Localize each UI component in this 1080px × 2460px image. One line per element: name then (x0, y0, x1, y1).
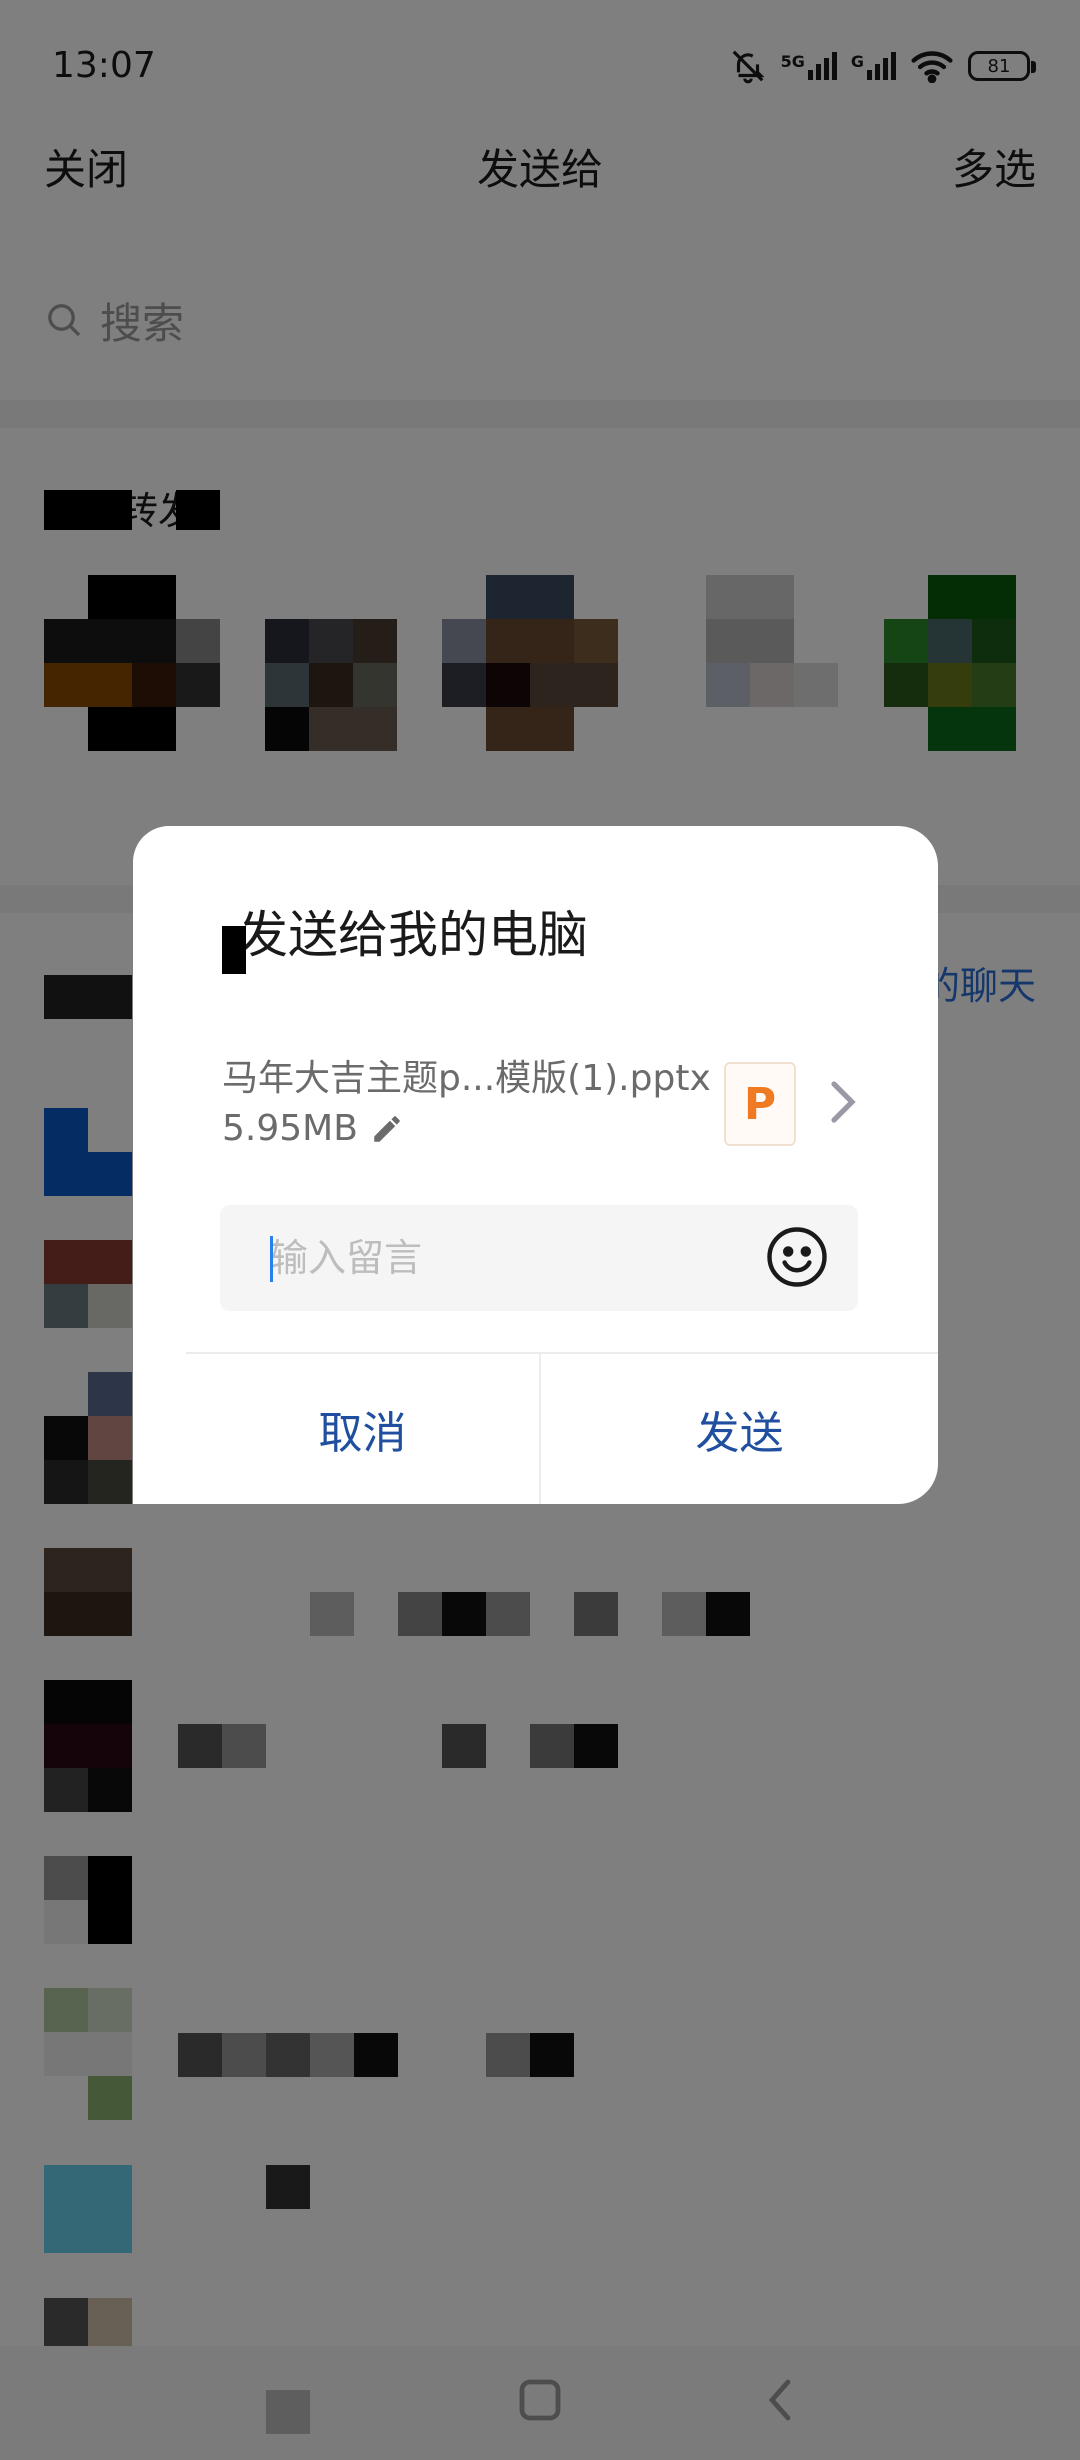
chevron-right-icon[interactable] (822, 1078, 862, 1126)
smiley-icon[interactable] (764, 1224, 830, 1290)
cancel-button[interactable]: 取消 (186, 1354, 539, 1504)
file-size: 5.95MB (222, 1108, 358, 1149)
dialog-title: 发送给我的电脑 (238, 906, 588, 964)
redaction-block (222, 926, 246, 974)
pptx-file-icon: P (724, 1062, 796, 1146)
file-size-row[interactable]: 5.95MB (222, 1104, 404, 1154)
pencil-icon[interactable] (370, 1112, 404, 1146)
file-name: 马年大吉主题p...模版(1).pptx (222, 1058, 711, 1099)
message-input[interactable] (270, 1224, 750, 1292)
file-type-badge: P (743, 1078, 777, 1130)
text-caret (270, 1236, 273, 1282)
send-button[interactable]: 发送 (541, 1354, 938, 1504)
